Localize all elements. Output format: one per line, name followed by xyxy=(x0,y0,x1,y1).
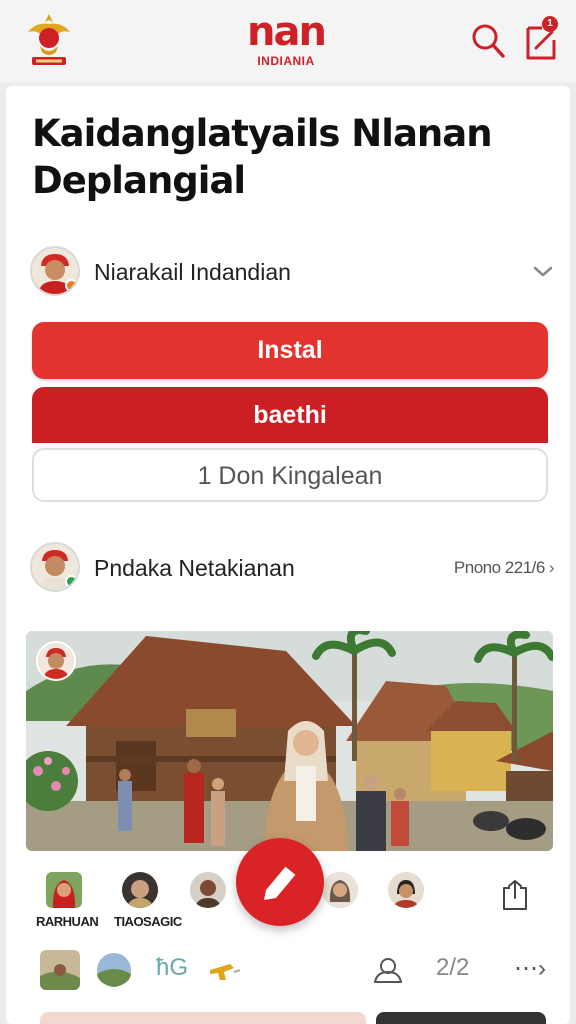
status-dot xyxy=(65,575,78,588)
search-icon xyxy=(472,24,505,58)
outline-action-button[interactable]: 1 Don Kingalean xyxy=(32,448,548,502)
share-icon xyxy=(503,880,527,910)
post-author-avatar[interactable] xyxy=(30,542,80,592)
chevron-down-icon[interactable] xyxy=(532,260,554,282)
search-button[interactable] xyxy=(470,22,506,60)
author-avatar[interactable] xyxy=(30,246,80,296)
bar-label-a[interactable]: ħG xyxy=(156,954,188,982)
author-name: Niarakail Indandian xyxy=(94,259,291,285)
photo-author-avatar[interactable] xyxy=(36,641,76,681)
brand-subtitle: INDIANIA xyxy=(257,54,315,68)
post-author-row[interactable]: Pndaka Netakianan Pnono 221/6 › xyxy=(30,542,555,596)
person-avatar-icon xyxy=(388,872,424,908)
post-photo[interactable] xyxy=(26,631,553,851)
chevron-right-icon: › xyxy=(548,558,555,577)
article-title: Kaidanglatyails Nlanan Deplangial xyxy=(32,112,493,202)
person-avatar-icon xyxy=(46,872,82,908)
user-group-icon xyxy=(374,958,402,983)
post-author-name: Pndaka Netakianan xyxy=(94,555,295,581)
post-meta[interactable]: Pnono 221/6 › xyxy=(453,558,555,578)
landscape-circle-icon xyxy=(97,953,131,987)
brand-logo[interactable]: nan INDIANIA xyxy=(236,12,336,68)
brand-name: nan xyxy=(247,9,327,55)
story-item[interactable] xyxy=(42,872,86,908)
profile-button[interactable] xyxy=(368,950,408,990)
person-avatar-icon xyxy=(122,872,158,908)
pencil-icon xyxy=(264,865,297,900)
person-avatar-icon xyxy=(38,643,74,679)
emblem-logo-icon[interactable] xyxy=(22,10,76,68)
author-row[interactable]: Niarakail Indandian xyxy=(30,246,554,300)
next-card-preview[interactable] xyxy=(40,1012,366,1024)
village-scene-image xyxy=(26,631,553,851)
story-item[interactable] xyxy=(186,872,230,908)
next-card-preview-dark[interactable] xyxy=(376,1012,546,1024)
thumbnail-button[interactable] xyxy=(40,950,80,990)
top-bar: nan INDIANIA 1 xyxy=(0,0,576,82)
landscape-thumbnail-icon xyxy=(40,950,80,990)
notification-button[interactable]: 1 xyxy=(522,14,560,62)
location-button[interactable] xyxy=(94,950,134,990)
status-dot xyxy=(65,279,78,292)
story-item[interactable] xyxy=(318,872,362,908)
story-item[interactable] xyxy=(384,872,428,908)
compose-fab-button[interactable] xyxy=(236,838,324,926)
person-avatar-icon xyxy=(190,872,226,908)
person-avatar-icon xyxy=(322,872,358,908)
more-button[interactable]: ⋯› xyxy=(514,954,546,983)
pen-tool-icon xyxy=(210,964,241,980)
story-label: TIAOSAGIC xyxy=(114,914,182,929)
bar-label-b[interactable]: 2/2 xyxy=(436,954,469,982)
notification-badge: 1 xyxy=(542,16,558,32)
tool-button[interactable] xyxy=(204,950,244,990)
secondary-action-button[interactable]: baethi xyxy=(32,387,548,443)
story-label: RARHUAN xyxy=(36,914,99,929)
post-meta-text: Pnono 221/6 xyxy=(453,558,545,577)
share-button[interactable] xyxy=(500,878,530,912)
install-button[interactable]: Instal xyxy=(32,322,548,379)
story-item[interactable] xyxy=(118,872,162,908)
